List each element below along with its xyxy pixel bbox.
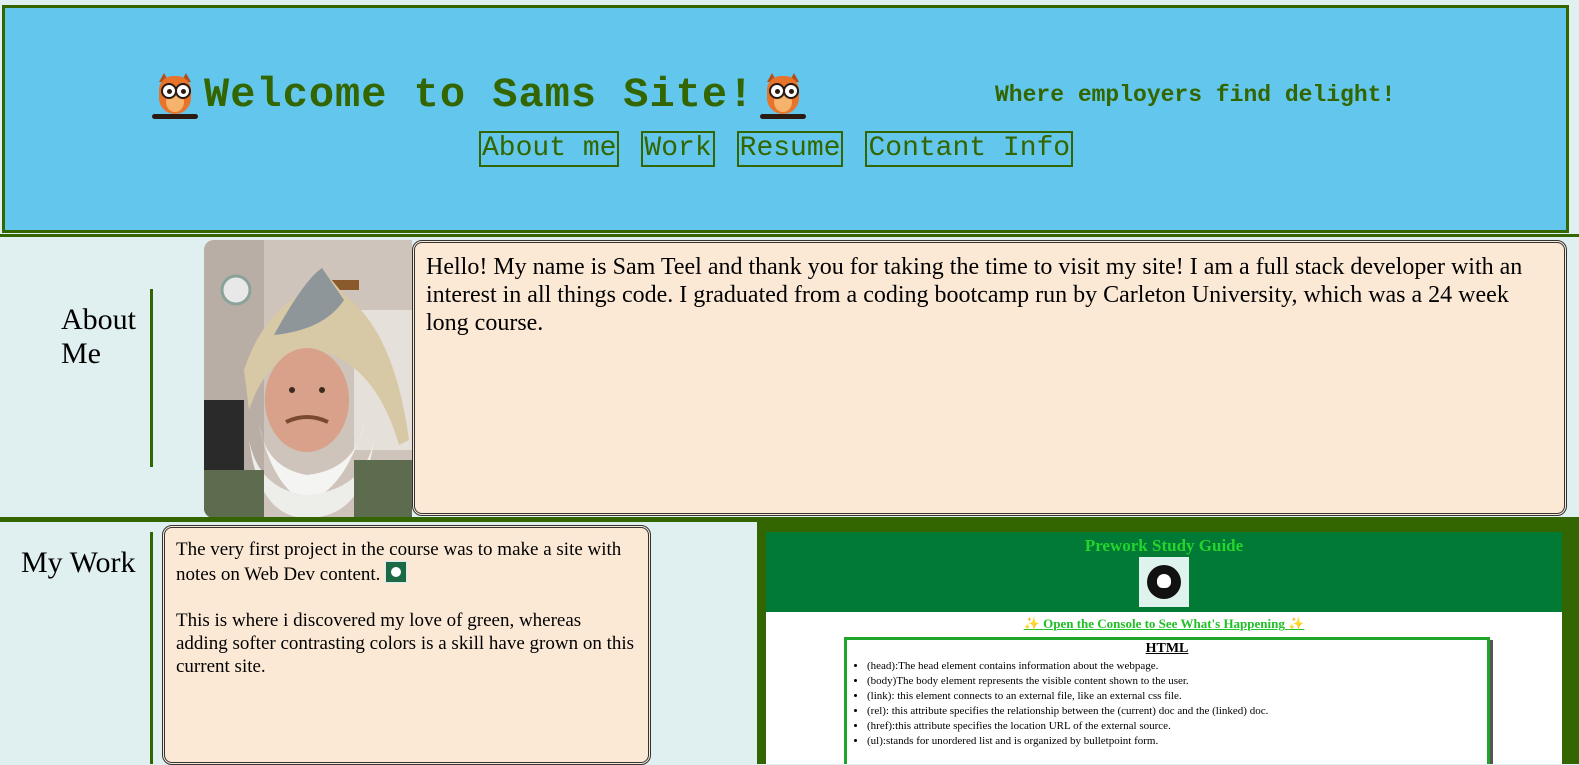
- list-item: (link): this element connects to an exte…: [867, 689, 1487, 704]
- preview-card-list: (head):The head element contains informa…: [847, 659, 1487, 749]
- list-item: (head):The head element contains informa…: [867, 659, 1487, 674]
- preview-logo-icon: [1139, 557, 1189, 607]
- site-title: Welcome to Sams Site!: [204, 71, 755, 119]
- work-divider: [150, 532, 153, 764]
- site-header: Welcome to Sams Site! Where employers fi…: [2, 5, 1569, 233]
- main-nav: About me Work Resume Contant Info: [479, 131, 1074, 167]
- owl-icon: [150, 70, 200, 120]
- nav-resume[interactable]: Resume: [736, 131, 844, 167]
- about-text-box: Hello! My name is Sam Teel and thank you…: [412, 240, 1567, 516]
- list-item: (body)The body element represents the vi…: [867, 674, 1487, 689]
- work-paragraph-2: This is where i discovered my love of gr…: [176, 610, 635, 677]
- sparkle-icon: ✨: [1023, 616, 1040, 631]
- nav-about-me[interactable]: About me: [479, 131, 620, 167]
- profile-photo: [204, 240, 412, 518]
- list-item: (rel): this attribute specifies the rela…: [867, 704, 1487, 719]
- title-row: Welcome to Sams Site!: [150, 70, 808, 120]
- list-item: (href):this attribute specifies the loca…: [867, 719, 1487, 734]
- work-description-box: The very first project in the course was…: [162, 525, 651, 765]
- work-heading: My Work: [21, 546, 136, 579]
- nav-work[interactable]: Work: [641, 131, 715, 167]
- about-section: About Me Hello! My name is Sam Teel and …: [0, 234, 1579, 518]
- sparkle-icon: ✨: [1288, 616, 1305, 631]
- preview-console-link-text: Open the Console to See What's Happening: [1043, 616, 1285, 631]
- about-divider: [150, 289, 153, 467]
- about-heading-line2: Me: [61, 337, 101, 370]
- preview-title: Prework Study Guide: [1084, 536, 1244, 555]
- project-thumbnail-icon: [385, 561, 408, 583]
- about-heading-line1: About: [61, 303, 136, 336]
- tagline: Where employers find delight!: [995, 82, 1396, 108]
- project-preview[interactable]: Prework Study Guide ✨ Open the Console t…: [766, 532, 1562, 764]
- preview-banner: Prework Study Guide: [766, 532, 1562, 612]
- list-item: (ul):stands for unordered list and is or…: [867, 734, 1487, 749]
- nav-contact-info[interactable]: Contant Info: [865, 131, 1074, 167]
- project-preview-frame[interactable]: Prework Study Guide ✨ Open the Console t…: [757, 522, 1579, 764]
- preview-card-title: HTML: [1145, 641, 1189, 656]
- about-heading: About Me: [61, 303, 151, 371]
- preview-html-card: HTML (head):The head element contains in…: [844, 637, 1490, 764]
- owl-icon: [758, 70, 808, 120]
- work-section: My Work The very first project in the co…: [0, 517, 1579, 765]
- preview-console-link[interactable]: ✨ Open the Console to See What's Happeni…: [766, 616, 1562, 632]
